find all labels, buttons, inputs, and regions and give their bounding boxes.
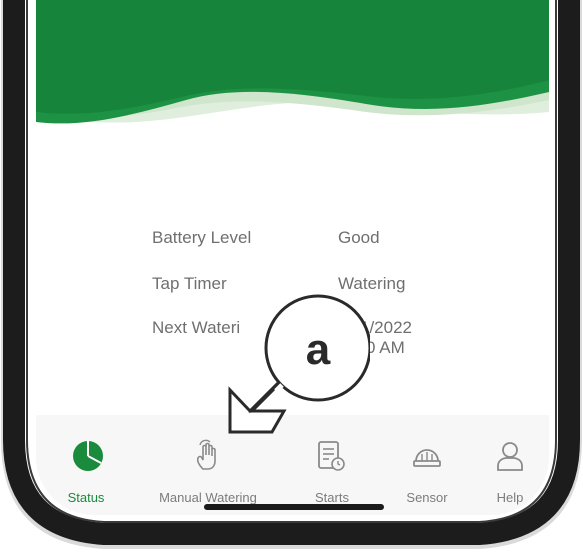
- nav-item-help[interactable]: Help: [466, 415, 549, 515]
- nav-item-status[interactable]: Status: [36, 415, 136, 515]
- pie-chart-icon: [73, 441, 103, 471]
- nav-label-starts: Starts: [315, 490, 349, 505]
- callout-letter: a: [306, 325, 331, 374]
- nav-label-help: Help: [496, 490, 524, 505]
- nav-item-sensor[interactable]: Sensor: [371, 415, 471, 515]
- nav-label-status: Status: [67, 490, 105, 505]
- nav-label-sensor: Sensor: [406, 490, 448, 505]
- callout-annotation: a: [228, 294, 370, 434]
- battery-level-label: Battery Level: [152, 228, 252, 247]
- home-indicator: [204, 504, 384, 510]
- next-watering-time: 0 AM: [366, 338, 405, 357]
- header-wave-banner: [36, 0, 549, 124]
- person-icon: [497, 442, 523, 471]
- battery-level-value: Good: [338, 228, 380, 247]
- nav-label-manual-watering: Manual Watering: [159, 490, 257, 505]
- sensor-dome-icon: [413, 449, 441, 467]
